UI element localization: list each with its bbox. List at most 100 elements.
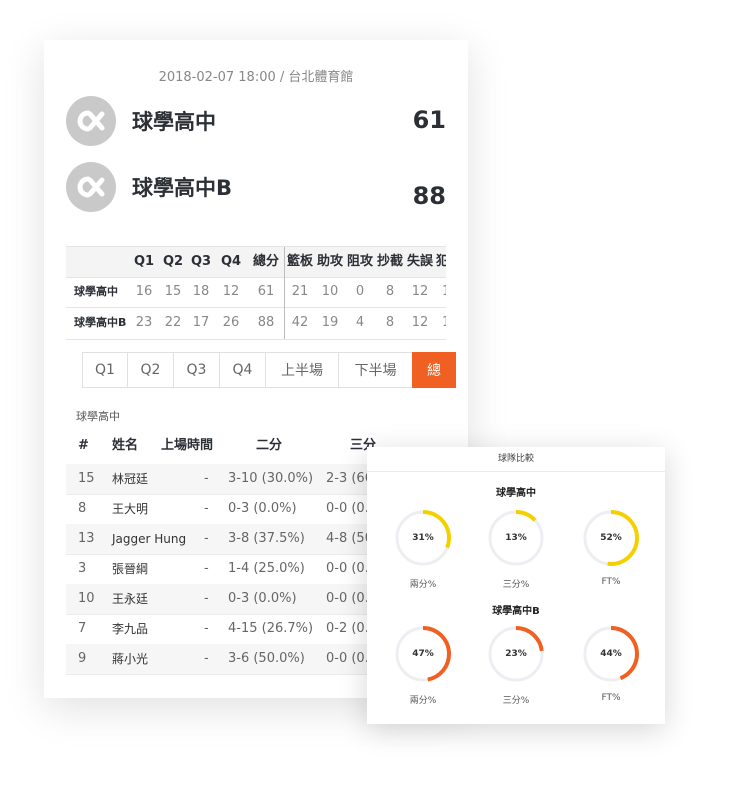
stat-cell: 8 — [385, 315, 395, 330]
comparison-team-title: 球學高中B — [492, 606, 540, 617]
team-row-away: 球學高中B 88 — [66, 162, 446, 212]
comparison-team-title: 球學高中 — [496, 488, 536, 499]
player-num-cell: 8 — [78, 501, 87, 516]
score-cell: 15 — [164, 284, 182, 299]
score-cell: 17 — [192, 315, 210, 330]
score-cell: 18 — [192, 284, 210, 299]
player-name-cell: 王永廷 — [112, 592, 149, 606]
team-score: 88 — [412, 182, 446, 210]
quarter-score-table: Q1 Q2 Q3 Q4 總分 籃板 助攻 阻攻 抄截 失誤 犯 球學高中 16 … — [66, 246, 446, 340]
percent-value: 52% — [600, 533, 622, 543]
tab-total[interactable]: 總 — [412, 352, 456, 388]
percent-ring: 23% — [487, 625, 545, 683]
player-name-cell: 王大明 — [112, 502, 149, 516]
player-two-cell: 4-15 (26.7%) — [228, 621, 314, 636]
header-cell: 二分 — [256, 438, 283, 453]
score-cell: 61 — [257, 284, 275, 299]
header-cell: 失誤 — [406, 254, 433, 269]
team-logo-icon — [66, 162, 116, 212]
player-num-cell: 13 — [78, 531, 95, 546]
score-cell: 23 — [135, 315, 153, 330]
stat-cell: 1 — [442, 308, 446, 338]
header-cell: Q4 — [220, 254, 242, 269]
percent-value: 47% — [412, 649, 434, 659]
percent-ring: 44% — [582, 625, 640, 683]
quarter-table-row: 球學高中B 23 22 17 26 88 42 19 4 8 12 1 — [66, 307, 446, 338]
player-name-cell: 李九品 — [112, 622, 149, 636]
player-num-cell: 15 — [78, 471, 95, 486]
tab-q3[interactable]: Q3 — [173, 352, 220, 388]
team-name: 球學高中B — [132, 176, 233, 200]
header-cell: 籃板 — [286, 254, 313, 269]
quarter-table-header: Q1 Q2 Q3 Q4 總分 籃板 助攻 阻攻 抄截 失誤 犯 — [66, 247, 446, 278]
comparison-title: 球隊比較 — [367, 447, 665, 472]
player-time-cell: - — [204, 471, 209, 486]
percent-ring: 52% — [582, 509, 640, 567]
row-team-name: 球學高中B — [74, 316, 127, 329]
stat-cell: 0 — [355, 284, 365, 299]
stat-cell: 12 — [411, 284, 429, 299]
stat-cell: 21 — [291, 284, 309, 299]
stat-cell: 8 — [385, 284, 395, 299]
team-name: 球學高中 — [132, 110, 216, 134]
percent-label: 三分% — [502, 696, 530, 706]
header-cell: # — [78, 438, 89, 453]
player-time-cell: - — [204, 621, 209, 636]
team-score: 61 — [412, 106, 446, 134]
table-divider — [284, 247, 285, 339]
percent-ring: 13% — [487, 509, 545, 567]
tab-first-half[interactable]: 上半場 — [265, 352, 339, 388]
header-cell: 總分 — [252, 254, 279, 269]
player-time-cell: - — [204, 651, 209, 666]
player-two-cell: 3-10 (30.0%) — [228, 471, 314, 486]
percent-value: 31% — [412, 533, 434, 543]
score-cell: 22 — [164, 315, 182, 330]
stat-cell: 42 — [291, 315, 309, 330]
tab-second-half[interactable]: 下半場 — [338, 352, 413, 388]
team-row-home: 球學高中 61 — [66, 96, 446, 146]
player-num-cell: 10 — [78, 591, 95, 606]
percent-label: 三分% — [502, 580, 530, 590]
row-team-name: 球學高中 — [74, 285, 118, 298]
tab-q2[interactable]: Q2 — [127, 352, 174, 388]
player-name-cell: 張晉綱 — [112, 562, 149, 576]
player-num-cell: 9 — [78, 651, 87, 666]
percent-label: 兩分% — [409, 580, 437, 590]
percent-ring: 47% — [394, 625, 452, 683]
header-cell: 助攻 — [316, 254, 343, 269]
player-two-cell: 0-3 (0.0%) — [228, 501, 297, 516]
game-datetime: 2018-02-07 18:00 / 台北體育館 — [158, 70, 354, 85]
percent-label: FT% — [601, 577, 621, 587]
player-name-cell: Jagger Hung — [112, 532, 187, 546]
header-cell: Q1 — [133, 254, 155, 269]
tab-q4[interactable]: Q4 — [219, 352, 266, 388]
header-cell: 犯 — [436, 247, 446, 277]
period-tabs: Q1 Q2 Q3 Q4 上半場 下半場 總 — [82, 352, 456, 388]
team-comparison-panel: 球隊比較 球學高中 球學高中B 31% 兩分% 13% 三分% 52% FT% 47% 兩分%… — [367, 447, 665, 724]
header-cell: Q3 — [190, 254, 212, 269]
header-cell: 姓名 — [112, 438, 139, 453]
score-cell: 12 — [222, 284, 240, 299]
stat-cell: 4 — [355, 315, 365, 330]
tab-q1[interactable]: Q1 — [82, 352, 128, 388]
score-cell: 88 — [257, 315, 275, 330]
score-cell: 26 — [222, 315, 240, 330]
header-cell: Q2 — [162, 254, 184, 269]
header-cell: 抄截 — [376, 254, 403, 269]
header-cell: 上場時間 — [161, 438, 214, 453]
player-two-cell: 3-6 (50.0%) — [228, 651, 305, 666]
percent-value: 44% — [600, 649, 622, 659]
percent-ring: 31% — [394, 509, 452, 567]
player-two-cell: 3-8 (37.5%) — [228, 531, 305, 546]
player-name-cell: 蔣小光 — [112, 652, 149, 666]
player-time-cell: - — [204, 501, 209, 516]
player-time-cell: - — [204, 531, 209, 546]
stat-cell: 19 — [321, 315, 339, 330]
score-cell: 16 — [135, 284, 153, 299]
percent-value: 13% — [505, 533, 527, 543]
percent-label: 兩分% — [409, 696, 437, 706]
player-num-cell: 3 — [78, 561, 87, 576]
player-time-cell: - — [204, 591, 209, 606]
player-time-cell: - — [204, 561, 209, 576]
stat-cell: 10 — [321, 284, 339, 299]
